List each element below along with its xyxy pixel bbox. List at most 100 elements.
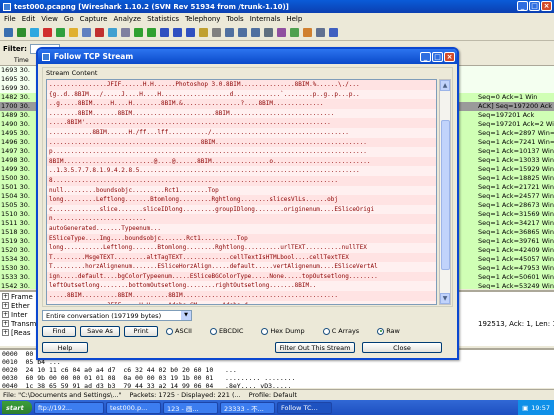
last-packet-icon[interactable] [184,27,196,39]
radio-label: C Arrays [331,327,360,335]
scroll-up-arrow-icon[interactable]: ▲ [440,80,450,91]
go-back-icon[interactable] [132,27,144,39]
status-profile[interactable]: Profile: Default [249,391,297,399]
menu-item-capture[interactable]: Capture [80,15,108,23]
preferences-icon[interactable] [314,27,326,39]
menu-item-file[interactable]: File [4,15,16,23]
dialog-minimize-button[interactable]: _ [420,51,431,62]
autoscroll-icon[interactable] [210,27,222,39]
stop-capture-icon[interactable] [41,27,53,39]
packet-number: 1482 30. [1,93,30,101]
start-button[interactable]: start [2,401,32,414]
hex-row: 0030 60 9b 00 00 00 01 01 08 0a 00 00 03… [2,374,296,382]
resize-columns-icon[interactable] [262,27,274,39]
normal-size-icon[interactable] [249,27,261,39]
dialog-close-button[interactable]: × [444,51,455,62]
conversation-select[interactable]: Entire conversation (197199 bytes) ▼ [42,310,192,321]
coloring-rules-icon[interactable] [301,27,313,39]
scroll-thumb[interactable] [441,120,450,270]
menu-item-internals[interactable]: Internals [250,15,281,23]
menu-item-help[interactable]: Help [286,15,302,23]
radio-dot-icon[interactable] [166,327,173,335]
chevron-down-icon[interactable]: ▼ [181,311,191,320]
scroll-down-arrow-icon[interactable]: ▼ [440,293,450,304]
stream-line: long.........Leftlong.......Btomlong....… [47,195,436,205]
menu-item-telephony[interactable]: Telephony [185,15,220,23]
expand-icon[interactable]: + [2,293,9,300]
expand-icon[interactable]: + [2,329,9,336]
taskbar-item[interactable]: Follow TC... [277,401,332,414]
packet-number: 1534 30. [1,255,30,263]
wireshark-title-text: test000.pcapng [Wireshark 1.10.2 (SVN Re… [14,2,289,11]
close-window-button[interactable]: × [541,1,552,11]
time-column-header[interactable]: Time [14,57,29,64]
save-as-button[interactable]: Save As [80,325,120,337]
go-forward-icon[interactable] [145,27,157,39]
tray-network-icon: ▣ [522,403,529,412]
menu-item-view[interactable]: View [41,15,58,23]
packet-number: 1511 30. [1,219,30,227]
taskbar-item[interactable]: ftp://192... [34,401,104,414]
taskbar-item[interactable]: 23333 - 不... [220,401,275,414]
packet-number: 1499 30. [1,165,30,173]
radio-ebcdic[interactable]: EBCDIC [209,327,243,335]
radio-hex-dump[interactable]: Hex Dump [261,327,305,335]
capture-options-icon[interactable] [15,27,27,39]
radio-dot-icon[interactable] [322,327,330,335]
stream-line: .....8BIM..........8BIM..........8BIM...… [47,291,436,301]
close-button[interactable]: Close [362,342,442,353]
taskbar-item[interactable]: test000.p... [106,401,161,414]
maximize-button[interactable]: □ [529,1,540,11]
expand-icon[interactable]: + [2,302,9,309]
minimize-button[interactable]: _ [517,1,528,11]
radio-dot-icon[interactable] [209,327,217,335]
colorize-icon[interactable] [197,27,209,39]
start-capture-icon[interactable] [28,27,40,39]
help-button[interactable]: Help [42,342,88,353]
taskbar-item[interactable]: 123 - 画... [163,401,218,414]
restart-capture-icon[interactable] [54,27,66,39]
print-button[interactable]: Print [124,325,158,337]
find-button[interactable]: Find [42,325,76,337]
radio-raw[interactable]: Raw [377,327,400,335]
first-packet-icon[interactable] [171,27,183,39]
radio-dot-icon[interactable] [261,327,269,335]
packet-info: Seq=1 Ack=18825 Win=3 [478,174,554,182]
menu-item-analyze[interactable]: Analyze [113,15,141,23]
menu-item-go[interactable]: Go [64,15,74,23]
capture-filters-icon[interactable] [275,27,287,39]
menu-item-edit[interactable]: Edit [22,15,36,23]
close-file-icon[interactable] [93,27,105,39]
stream-scrollbar[interactable]: ▲ ▼ [439,79,451,305]
stream-line: T.........horzAlignenum.......ESliceHorz… [47,262,436,272]
reload-icon[interactable] [106,27,118,39]
interface-list-icon[interactable] [2,27,14,39]
help-icon[interactable] [327,27,339,39]
status-file: File: "C:\Documents and Settings\..." [3,391,122,399]
packet-number: 1498 30. [1,156,30,164]
expand-icon[interactable]: + [2,311,9,318]
go-to-packet-icon[interactable] [158,27,170,39]
radio-dot-icon[interactable] [377,327,385,335]
open-file-icon[interactable] [67,27,79,39]
stream-line: null.........boundsobjc.........Rct1....… [47,185,436,196]
zoom-in-icon[interactable] [223,27,235,39]
menu-item-statistics[interactable]: Statistics [147,15,179,23]
stream-line: autoGenerated.......Typeenum... [47,223,436,234]
stream-content-text[interactable]: ................JFIF......H.H......Photo… [46,79,437,305]
packet-number: 1519 30. [1,237,30,245]
radio-c-arrays[interactable]: C Arrays [322,327,360,335]
radio-ascii[interactable]: ASCII [166,327,192,335]
stream-line: leftOutsetlong........bottomOutsetlong..… [47,281,436,292]
clock: 19:57 [531,403,550,412]
filter-out-stream-button[interactable]: Filter Out This Stream [275,342,355,353]
zoom-out-icon[interactable] [236,27,248,39]
status-bar: File: "C:\Documents and Settings\..." Pa… [0,389,554,400]
menu-item-tools[interactable]: Tools [226,15,243,23]
dialog-maximize-button[interactable]: □ [432,51,443,62]
wireshark-app-icon [3,2,11,11]
display-filters-icon[interactable] [288,27,300,39]
expand-icon[interactable]: + [2,320,9,327]
save-file-icon[interactable] [80,27,92,39]
find-packet-icon[interactable] [119,27,131,39]
